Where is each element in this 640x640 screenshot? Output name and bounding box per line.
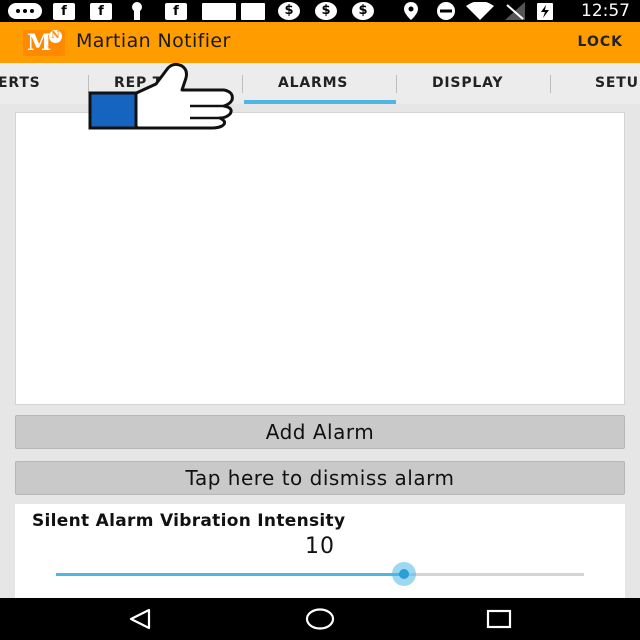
do-not-disturb-icon bbox=[436, 2, 456, 20]
image-icon bbox=[202, 2, 236, 20]
tab-divider bbox=[242, 75, 243, 93]
vibration-slider[interactable] bbox=[56, 562, 584, 586]
tab-display[interactable]: DISPLAY bbox=[432, 63, 503, 104]
back-icon[interactable] bbox=[120, 604, 160, 634]
app-title: Martian Notifier bbox=[76, 30, 231, 52]
alarm-list[interactable] bbox=[15, 112, 625, 405]
no-signal-icon bbox=[505, 2, 525, 20]
lock-button[interactable]: LOCK bbox=[578, 34, 623, 50]
add-alarm-button[interactable]: Add Alarm bbox=[15, 415, 625, 449]
vibration-value: 10 bbox=[305, 534, 335, 559]
facebook-icon: f bbox=[90, 2, 112, 20]
dollar-icon: $ bbox=[352, 2, 374, 20]
wifi-icon bbox=[466, 2, 494, 20]
tab-alerts[interactable]: ERTS bbox=[0, 63, 41, 104]
recents-icon[interactable] bbox=[479, 604, 519, 634]
slider-thumb[interactable] bbox=[392, 562, 417, 586]
home-icon[interactable] bbox=[300, 604, 340, 634]
vibration-title: Silent Alarm Vibration Intensity bbox=[32, 511, 346, 531]
keyhole-icon bbox=[131, 2, 143, 20]
dismiss-alarm-button[interactable]: Tap here to dismiss alarm bbox=[15, 461, 625, 495]
battery-charging-icon bbox=[537, 2, 553, 20]
tab-setup[interactable]: SETU bbox=[595, 63, 639, 104]
tab-divider bbox=[396, 75, 397, 93]
thumbs-up-icon bbox=[86, 62, 238, 132]
navigation-bar bbox=[0, 598, 640, 640]
app-bar: M N Martian Notifier LOCK bbox=[0, 22, 640, 63]
messaging-icon bbox=[8, 2, 42, 20]
thumbs-up-cuff bbox=[88, 91, 138, 130]
tab-selected-indicator bbox=[244, 100, 396, 104]
logo-letter: M bbox=[27, 30, 52, 56]
slider-fill bbox=[56, 573, 405, 576]
vibration-panel: Silent Alarm Vibration Intensity 10 bbox=[15, 504, 625, 598]
status-bar: f f f $ $ $ 12:57 bbox=[0, 0, 640, 22]
dollar-icon: $ bbox=[315, 2, 337, 20]
clock: 12:57 bbox=[581, 1, 630, 21]
image-icon bbox=[241, 2, 265, 20]
facebook-icon: f bbox=[165, 2, 187, 20]
facebook-icon: f bbox=[53, 2, 75, 20]
tab-alarms[interactable]: ALARMS bbox=[278, 63, 348, 104]
dollar-icon: $ bbox=[278, 2, 300, 20]
location-icon bbox=[404, 2, 418, 20]
app-logo-icon: M N bbox=[23, 30, 65, 56]
logo-sub-letter: N bbox=[49, 30, 62, 43]
tab-divider bbox=[550, 75, 551, 93]
